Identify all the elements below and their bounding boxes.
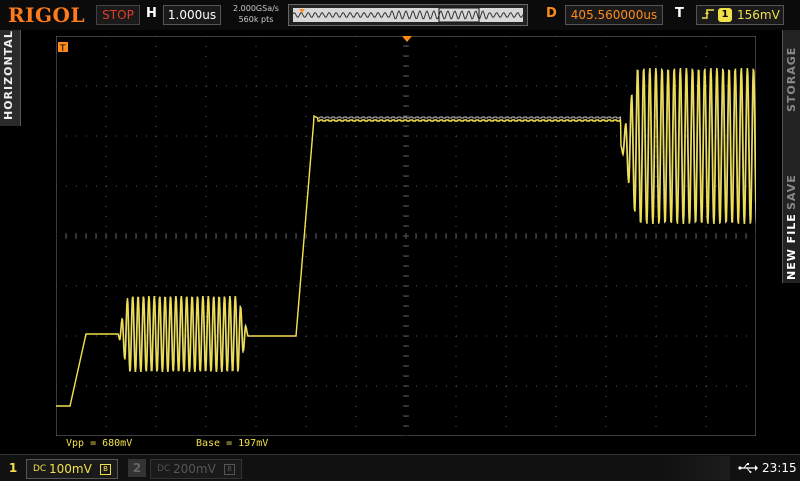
measurement-vpp: Vpp = 680mV xyxy=(66,438,133,449)
top-status-bar: RIGOL STOP H 1.000us 2.000GSa/s 560k pts… xyxy=(0,0,800,30)
clock: 23:15 xyxy=(762,461,797,475)
trigger-level-value: 156mV xyxy=(737,8,780,22)
horizontal-side-tab-label: HORIZONTAL xyxy=(2,30,15,120)
ch1-number[interactable]: 1 xyxy=(4,459,22,477)
memory-depth: 560k pts xyxy=(238,15,274,24)
horizontal-side-tab[interactable]: HORIZONTAL xyxy=(0,30,21,126)
ch1-scale: 100mV xyxy=(49,462,92,476)
memory-overview-bar[interactable] xyxy=(288,4,528,26)
ch2-bandwidth-icon: B xyxy=(224,464,235,475)
run-stop-status[interactable]: STOP xyxy=(96,5,140,25)
new-file-menu-label[interactable]: NEW FILE xyxy=(785,213,798,280)
ch2-scale-box[interactable]: DC 200mV B xyxy=(150,459,242,479)
brand-logo: RIGOL xyxy=(8,3,86,27)
trigger-source-badge: 1 xyxy=(718,8,732,22)
sample-info: 2.000GSa/s 560k pts xyxy=(228,3,284,25)
channel-bar: 1 DC 100mV B 2 DC 200mV B 23:15 xyxy=(0,454,800,481)
right-menu-tab[interactable]: STORAGE SAVE NEW FILE xyxy=(782,30,800,283)
sample-rate: 2.000GSa/s xyxy=(233,4,279,13)
save-menu-label[interactable]: SAVE xyxy=(785,174,798,210)
ch1-coupling: DC xyxy=(33,464,47,474)
delay-label: D xyxy=(546,6,557,21)
ch2-scale: 200mV xyxy=(173,462,216,476)
bottom-bar-divider xyxy=(660,456,730,480)
ch2-number[interactable]: 2 xyxy=(128,459,146,477)
measurement-base: Base = 197mV xyxy=(196,438,269,449)
ch1-scale-box[interactable]: DC 100mV B xyxy=(26,459,118,479)
usb-icon xyxy=(738,463,758,473)
trigger-settings[interactable]: 1 156mV xyxy=(696,5,784,25)
delay-value[interactable]: 405.560000us xyxy=(565,5,663,25)
storage-menu-label[interactable]: STORAGE xyxy=(785,47,798,112)
horizontal-label: H xyxy=(146,6,157,21)
trigger-label: T xyxy=(675,6,684,21)
timebase-value[interactable]: 1.000us xyxy=(163,5,221,25)
rising-edge-icon xyxy=(702,9,714,19)
memory-overview-waveform xyxy=(292,7,524,23)
waveform-display[interactable]: T T 1 xyxy=(56,36,756,436)
ch2-coupling: DC xyxy=(157,464,171,474)
ch1-bandwidth-icon: B xyxy=(100,464,111,475)
trigger-top-marker-label: T xyxy=(59,44,66,54)
